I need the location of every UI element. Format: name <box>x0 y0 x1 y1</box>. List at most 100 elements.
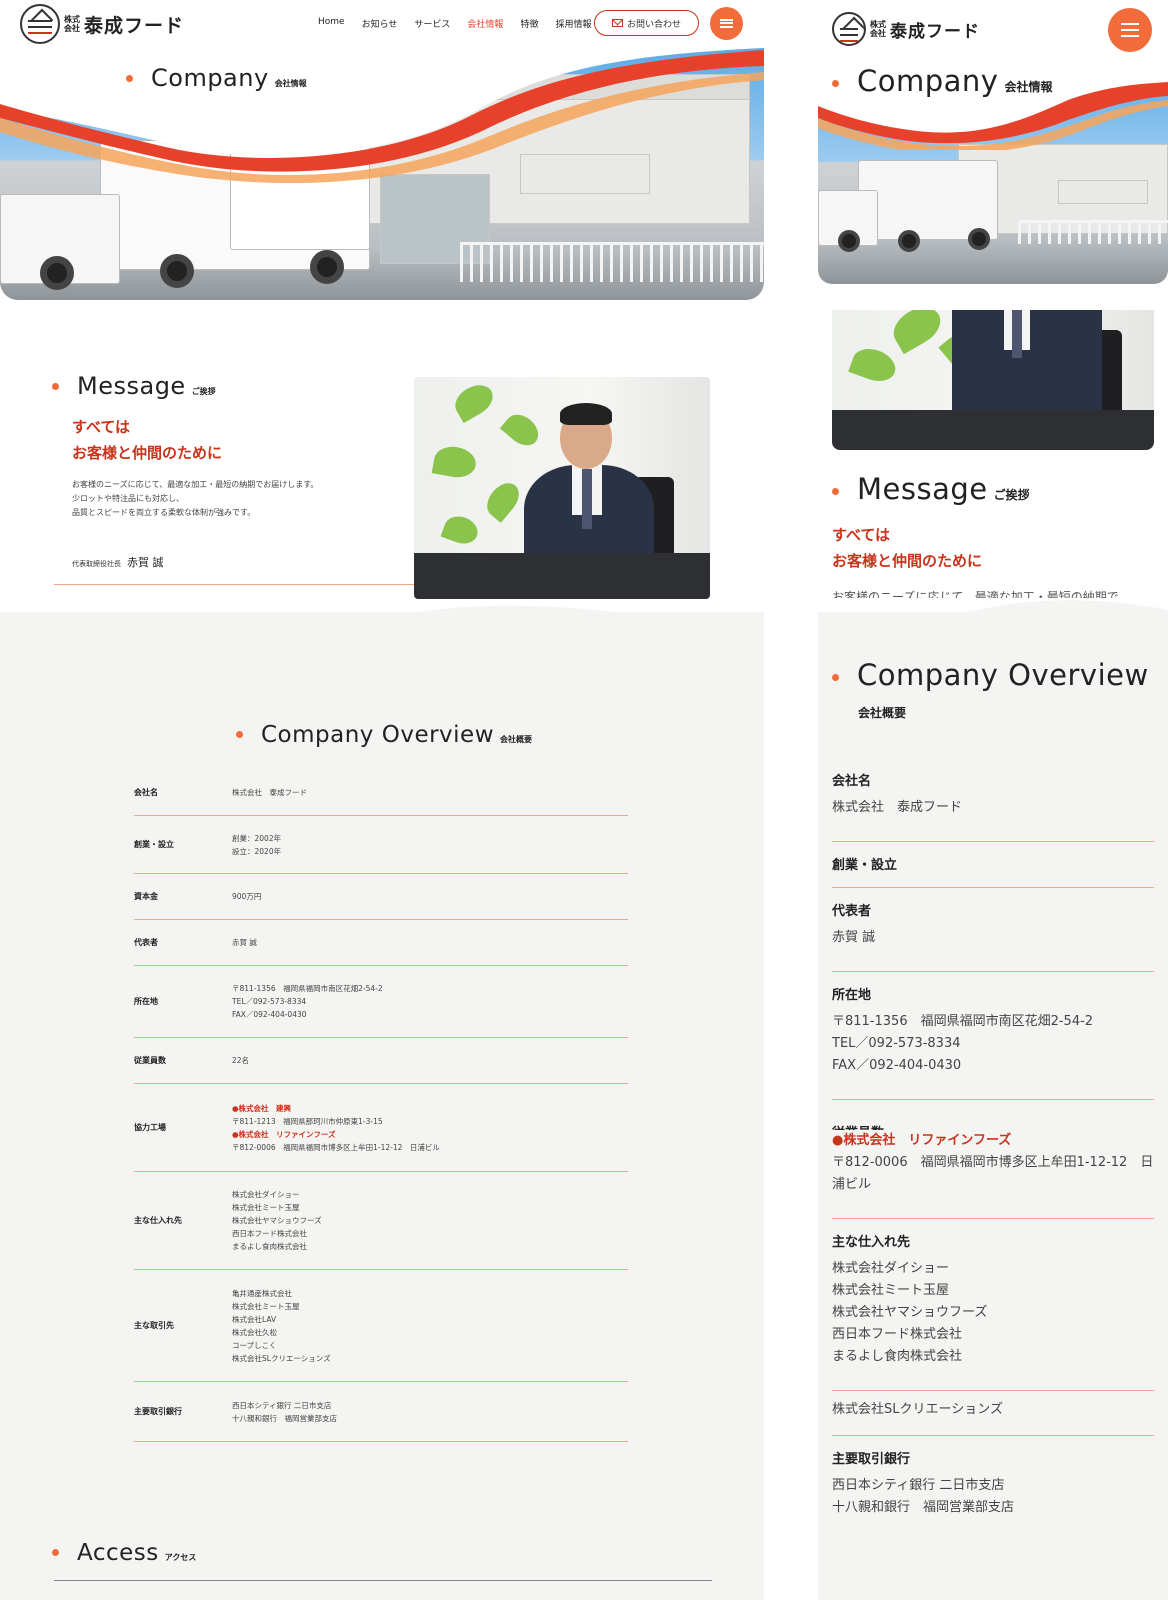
row-value: 赤賀 誠 <box>232 938 257 947</box>
hero-image <box>0 44 764 300</box>
hamburger-icon <box>1121 23 1139 37</box>
table-row: 主な仕入れ先 株式会社ダイショー 株式会社ミート玉屋 株式会社ヤマショウフーズ 西日本フ… <box>134 1172 628 1270</box>
table-row: 会社名 株式会社 泰成フード <box>134 770 628 816</box>
logo-name: 泰成フード <box>84 14 185 37</box>
row-label: 創業・設立 <box>832 858 898 873</box>
hero-title: Company 会社情報 <box>126 64 307 92</box>
table-row: 所在地 〒811-1356 福岡県福岡市南区花畑2-54-2 TEL／092-573… <box>134 966 628 1038</box>
message-signature: 代表取締役社長 赤賀 誠 <box>72 554 164 570</box>
row-label: 創業・設立 <box>134 840 174 849</box>
hero-title-mobile: Company 会社情報 <box>832 64 1052 98</box>
wave-divider <box>0 605 764 670</box>
row-label: 会社名 <box>134 788 158 797</box>
nav-recruit[interactable]: 採用情報 <box>555 17 591 30</box>
logo-mark-icon <box>832 12 866 46</box>
message-line: 少ロットや特注品にも対応し、 <box>72 494 184 503</box>
message-heading-jp: ご挨拶 <box>191 387 216 396</box>
hero-title-en: Company <box>857 64 999 98</box>
row-label: 協力工場 <box>134 1123 166 1132</box>
row-label: 主要取引銀行 <box>134 1407 182 1416</box>
contact-button[interactable]: お問い合わせ <box>594 10 699 36</box>
hamburger-menu-button-mobile[interactable] <box>1108 8 1152 52</box>
table-row: 創業・設立 創業：2002年 設立：2020年 <box>134 816 628 874</box>
hero-title-jp: 会社情報 <box>274 79 307 88</box>
row-value: 西日本シティ銀行 二日市支店 十八親和銀行 福岡営業部支店 <box>232 1400 337 1423</box>
contact-label: お問い合わせ <box>626 19 681 30</box>
divider <box>54 1580 712 1581</box>
message-catchphrase: すべては お客様と仲間のために <box>72 414 222 466</box>
hamburger-menu-button[interactable] <box>710 7 743 40</box>
overview-heading-jp: 会社概要 <box>500 735 533 744</box>
row-value: 900万円 <box>232 892 262 901</box>
table-row: 主要取引銀行西日本シティ銀行 二日市支店 十八親和銀行 福岡営業部支店 <box>832 1436 1154 1541</box>
table-row: 協力工場 ●株式会社 建興 〒811-1213 福岡県那珂川市仲原東1-3-15 ●株… <box>134 1084 628 1172</box>
message-heading-en: Message <box>77 372 186 400</box>
row-label: 主要取引銀行 <box>832 1452 911 1467</box>
table-row: 主な取引先 亀井通産株式会社 株式会社ミート玉屋 株式会社LAV 株式会社久松 コープしこ… <box>134 1270 628 1382</box>
message-body-truncated: お客様のニーズに応じて、最適な加工・最短の納期で <box>832 590 1119 598</box>
logo-name: 泰成フード <box>890 21 980 42</box>
row-value: 赤賀 誠 <box>832 930 876 945</box>
nav-features[interactable]: 特徴 <box>520 17 538 30</box>
site-header: 株式会社 泰成フード Home お知らせ サービス 会社情報 特徴 採用情報 お… <box>0 0 764 48</box>
bullet-dot <box>832 488 839 495</box>
signature-name: 赤賀 誠 <box>127 556 164 569</box>
message-heading: Message ご挨拶 <box>52 372 216 400</box>
overview-heading-mobile: Company Overview <box>832 658 1149 692</box>
message-body: お客様のニーズに応じて、最適な加工・最短の納期でお届けします。 少ロットや特注品… <box>72 478 318 520</box>
row-label: 主な仕入れ先 <box>832 1235 911 1250</box>
access-heading-en: Access <box>77 1540 159 1566</box>
table-row: 資本金 900万円 <box>134 874 628 920</box>
nav-news[interactable]: お知らせ <box>362 17 398 30</box>
row-value: 〒811-1356 福岡県福岡市南区花畑2-54-2 TEL／092-573-83… <box>232 984 383 1019</box>
row-label: 代表者 <box>832 904 872 919</box>
table-row: 所在地〒811-1356 福岡県福岡市南区花畑2-54-2 TEL／092-573… <box>832 972 1154 1100</box>
row-value: ●株式会社 建興 〒811-1213 福岡県那珂川市仲原東1-3-15 ●株式会社 … <box>232 1103 440 1152</box>
table-row: 代表者 赤賀 誠 <box>134 920 628 966</box>
mail-icon <box>611 19 623 27</box>
signature-role: 代表取締役社長 <box>72 560 121 568</box>
message-heading-jp: ご挨拶 <box>993 488 1030 502</box>
catch-line-1: すべては <box>72 418 131 436</box>
company-overview-list-mobile: 会社名株式会社 泰成フード 創業・設立 代表者赤賀 誠 所在地〒811-1356… <box>832 758 1154 1541</box>
bullet-dot <box>52 383 59 390</box>
message-line: お客様のニーズに応じて、最適な加工・最短の納期でお届けします。 <box>72 480 319 489</box>
row-value: 22名 <box>232 1056 250 1065</box>
overview-heading-jp: 会社概要 <box>858 706 907 720</box>
row-value: 株式会社SLクリエーションズ <box>832 1402 1003 1417</box>
message-heading-mobile: Message ご挨拶 <box>832 472 1030 506</box>
company-overview-table: 会社名 株式会社 泰成フード 創業・設立 創業：2002年 設立：2020年 資本金 9… <box>134 770 628 1442</box>
row-value: 西日本シティ銀行 二日市支店 十八親和銀行 福岡営業部支店 <box>832 1478 1015 1515</box>
catch-line-2: お客様と仲間のために <box>832 552 983 570</box>
logo-prefix: 株式会社 <box>64 15 80 33</box>
divider <box>54 584 414 585</box>
site-logo[interactable]: 株式会社 泰成フード <box>20 4 184 44</box>
message-line: 品質とスピードを両立する柔軟な体制が強みです。 <box>72 508 256 517</box>
row-value: 株式会社 泰成フード <box>832 800 963 815</box>
logo-prefix: 株式会社 <box>870 20 886 38</box>
row-value: 創業：2002年 設立：2020年 <box>232 833 282 856</box>
catch-line-1: すべては <box>832 526 891 544</box>
site-logo-mobile[interactable]: 株式会社 泰成フード <box>832 12 980 46</box>
wave-divider <box>818 600 1168 638</box>
logo-mark-icon <box>20 4 60 44</box>
hero-title-en: Company <box>151 64 269 92</box>
overview-heading: Company Overview 会社概要 <box>236 722 532 748</box>
message-catchphrase-mobile: すべては お客様と仲間のために <box>832 522 982 574</box>
row-label: 会社名 <box>832 774 872 789</box>
row-label: 従業員数 <box>832 1122 1154 1130</box>
nav-home[interactable]: Home <box>318 17 345 30</box>
overview-heading-en: Company Overview <box>261 722 495 748</box>
row-value: 亀井通産株式会社 株式会社ミート玉屋 株式会社LAV 株式会社久松 コープしこく 株式会社… <box>232 1288 331 1363</box>
row-label: 所在地 <box>832 988 872 1003</box>
row-label: 代表者 <box>134 938 158 947</box>
overview-heading-en: Company Overview <box>857 658 1149 692</box>
bullet-dot <box>832 80 839 87</box>
row-value: 株式会社ダイショー 株式会社ミート玉屋 株式会社ヤマショウフーズ 西日本フード株式会社… <box>232 1190 322 1251</box>
access-heading-jp: アクセス <box>164 1553 197 1562</box>
row-value: 〒811-1356 福岡県福岡市南区花畑2-54-2 TEL／092-573-83… <box>832 1014 1094 1073</box>
bullet-dot <box>832 674 839 681</box>
nav-service[interactable]: サービス <box>414 17 450 30</box>
nav-company[interactable]: 会社情報 <box>467 17 503 30</box>
row-label: 主な仕入れ先 <box>134 1216 182 1225</box>
